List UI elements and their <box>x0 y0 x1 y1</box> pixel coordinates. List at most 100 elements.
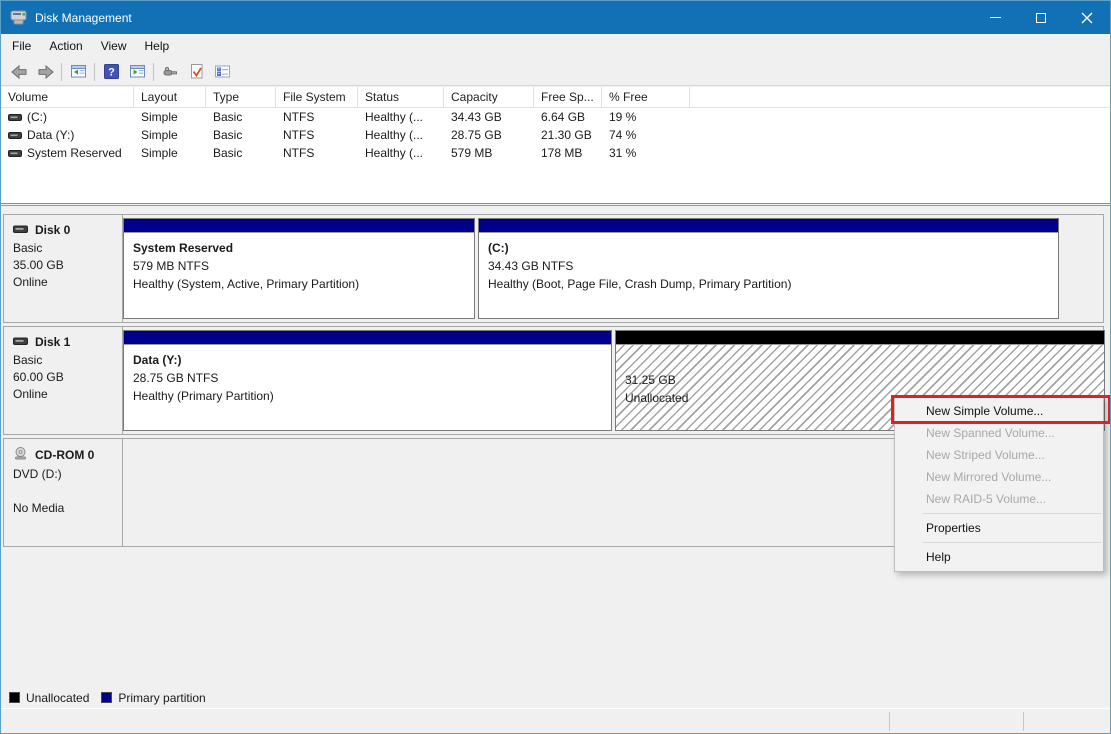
column-header-filler <box>690 87 1110 107</box>
volume-capacity: 28.75 GB <box>444 128 534 142</box>
partition-c-drive[interactable]: (C:) 34.43 GB NTFS Healthy (Boot, Page F… <box>478 218 1059 319</box>
volume-file-system: NTFS <box>276 110 358 124</box>
volume-type: Basic <box>206 110 276 124</box>
table-row[interactable]: Data (Y:) Simple Basic NTFS Healthy (...… <box>1 126 1110 144</box>
table-row[interactable]: (C:) Simple Basic NTFS Healthy (... 34.4… <box>1 108 1110 126</box>
column-header-status[interactable]: Status <box>358 87 444 107</box>
disk-type: Basic <box>13 352 122 369</box>
volume-name: Data (Y:) <box>27 128 74 142</box>
status-bar <box>1 708 1110 733</box>
menu-item-new-striped-volume: New Striped Volume... <box>895 444 1103 466</box>
column-header-type[interactable]: Type <box>206 87 276 107</box>
menu-item-new-mirrored-volume: New Mirrored Volume... <box>895 466 1103 488</box>
volume-icon <box>8 131 22 140</box>
menu-view[interactable]: View <box>92 34 136 58</box>
primary-partition-bar <box>479 219 1058 233</box>
disk-size: 60.00 GB <box>13 369 122 386</box>
partition-size: 579 MB NTFS <box>133 257 474 275</box>
table-row[interactable]: System Reserved Simple Basic NTFS Health… <box>1 144 1110 162</box>
menu-action[interactable]: Action <box>40 34 91 58</box>
volume-capacity: 579 MB <box>444 146 534 160</box>
volume-file-system: NTFS <box>276 128 358 142</box>
menu-file[interactable]: File <box>3 34 40 58</box>
maximize-button[interactable] <box>1018 1 1064 34</box>
volume-layout: Simple <box>134 146 206 160</box>
disk0-panel[interactable]: Disk 0 Basic 35.00 GB Online <box>4 215 123 322</box>
check-document-button[interactable] <box>183 60 209 84</box>
menu-item-properties[interactable]: Properties <box>895 517 1103 539</box>
partition-size: 28.75 GB NTFS <box>133 369 611 387</box>
close-icon <box>1081 12 1093 24</box>
volume-icon <box>8 149 22 158</box>
help-button[interactable]: ? <box>98 60 124 84</box>
primary-partition-swatch <box>101 692 112 703</box>
disk-status: Online <box>13 386 122 403</box>
column-header-pct-free[interactable]: % Free <box>602 87 690 107</box>
disk-name: Disk 1 <box>35 335 70 349</box>
partition-system-reserved[interactable]: System Reserved 579 MB NTFS Healthy (Sys… <box>123 218 475 319</box>
column-header-capacity[interactable]: Capacity <box>444 87 534 107</box>
window-title: Disk Management <box>35 11 132 25</box>
console-window-button[interactable] <box>65 60 91 84</box>
cdrom-media: DVD (D:) <box>13 466 122 483</box>
show-console-button[interactable] <box>124 60 150 84</box>
maximize-icon <box>1036 13 1046 23</box>
volume-capacity: 34.43 GB <box>444 110 534 124</box>
menu-separator <box>923 542 1101 543</box>
unallocated-size: 31.25 GB <box>625 371 1104 389</box>
volume-layout: Simple <box>134 128 206 142</box>
disk-status: Online <box>13 274 122 291</box>
column-header-free-space[interactable]: Free Sp... <box>534 87 602 107</box>
partition-size: 34.43 GB NTFS <box>488 257 1058 275</box>
volume-pct-free: 31 % <box>602 146 690 160</box>
volume-status: Healthy (... <box>358 110 444 124</box>
volume-list-header: Volume Layout Type File System Status Ca… <box>1 87 1110 108</box>
menu-item-help[interactable]: Help <box>895 546 1103 568</box>
volume-layout: Simple <box>134 110 206 124</box>
partition-data-y[interactable]: Data (Y:) 28.75 GB NTFS Healthy (Primary… <box>123 330 612 431</box>
volume-status: Healthy (... <box>358 146 444 160</box>
column-header-layout[interactable]: Layout <box>134 87 206 107</box>
partition-title: (C:) <box>488 239 1058 257</box>
toolbar-separator <box>153 63 154 81</box>
close-button[interactable] <box>1064 1 1110 34</box>
menu-help[interactable]: Help <box>136 34 179 58</box>
volume-pct-free: 19 % <box>602 110 690 124</box>
legend-primary-partition-label: Primary partition <box>118 691 205 705</box>
cdrom-panel[interactable]: CD-ROM 0 DVD (D:) No Media <box>4 439 123 546</box>
forward-icon <box>36 64 55 80</box>
disk0-row: Disk 0 Basic 35.00 GB Online System Rese… <box>3 214 1104 323</box>
help-icon: ? <box>103 63 120 80</box>
unallocated-bar <box>616 331 1104 345</box>
volume-type: Basic <box>206 128 276 142</box>
disk1-panel[interactable]: Disk 1 Basic 60.00 GB Online <box>4 327 123 434</box>
back-button[interactable] <box>6 60 32 84</box>
volume-type: Basic <box>206 146 276 160</box>
minimize-icon <box>990 17 1001 18</box>
disk-name: CD-ROM 0 <box>35 448 94 462</box>
context-menu: New Simple Volume... New Spanned Volume.… <box>894 396 1104 572</box>
volume-list: Volume Layout Type File System Status Ca… <box>1 87 1110 204</box>
forward-button[interactable] <box>32 60 58 84</box>
column-header-volume[interactable]: Volume <box>1 87 134 107</box>
action-tool-button[interactable] <box>157 60 183 84</box>
unallocated-swatch <box>9 692 20 703</box>
show-console-icon <box>129 64 146 79</box>
menu-item-new-simple-volume[interactable]: New Simple Volume... <box>895 400 1103 422</box>
check-document-icon <box>188 63 205 80</box>
column-header-file-system[interactable]: File System <box>276 87 358 107</box>
minimize-button[interactable] <box>972 1 1018 34</box>
partition-health: Healthy (System, Active, Primary Partiti… <box>133 275 474 293</box>
disk-type: Basic <box>13 240 122 257</box>
console-window-icon <box>70 64 87 79</box>
checklist-button[interactable] <box>209 60 235 84</box>
toolbar-separator <box>94 63 95 81</box>
disk-icon <box>13 335 28 349</box>
disk-management-window: Disk Management File Action View Help <box>0 0 1111 734</box>
volume-name: System Reserved <box>27 146 122 160</box>
disk-icon <box>13 223 28 237</box>
menu-item-new-raid5-volume: New RAID-5 Volume... <box>895 488 1103 510</box>
volume-free-space: 178 MB <box>534 146 602 160</box>
volume-free-space: 21.30 GB <box>534 128 602 142</box>
legend-bar: Unallocated Primary partition <box>1 687 1110 709</box>
